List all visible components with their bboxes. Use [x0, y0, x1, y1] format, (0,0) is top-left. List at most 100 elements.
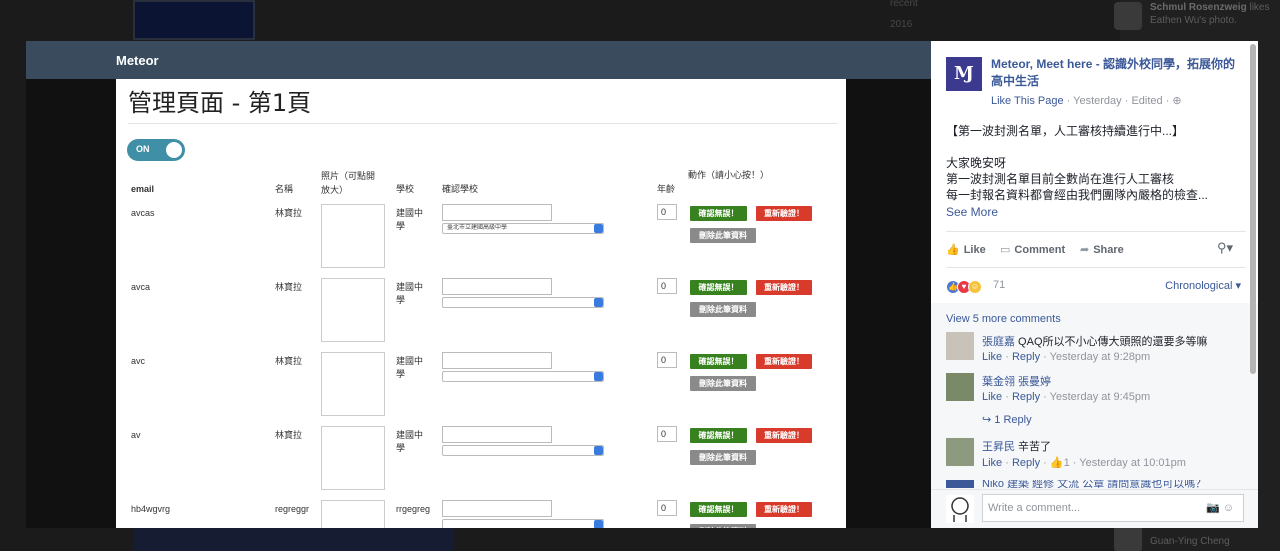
audience-chevron-icon[interactable]: ⚲▾ [1217, 240, 1233, 256]
column-header-action: 動作（請小心按！） [688, 170, 770, 180]
school-cell: 建國中學 [396, 208, 424, 231]
school-name-input[interactable] [442, 352, 552, 369]
confirm-button[interactable]: 確認無誤！ [690, 502, 747, 517]
school-name-input[interactable] [442, 278, 552, 295]
school-cell: rrgegreg [396, 504, 431, 514]
name-cell: 林寶拉 [275, 430, 303, 440]
chevron-down-icon [594, 224, 603, 233]
comment-button[interactable]: ▭ Comment [1000, 243, 1065, 256]
comment-text: 王昇民 辛苦了 [982, 441, 1052, 453]
avatar [946, 495, 974, 523]
school-cell: 建國中學 [396, 356, 424, 379]
school-name-input[interactable] [442, 426, 552, 443]
school-select[interactable] [442, 445, 604, 456]
page-title: 管理頁面 - 第1頁 [128, 89, 312, 117]
age-input[interactable]: 0 [657, 500, 677, 516]
photo-thumbnail[interactable] [321, 352, 385, 416]
app-navbar: Meteor [26, 41, 931, 79]
delete-record-button[interactable]: 刪除此筆資料 [690, 228, 756, 243]
delete-record-button[interactable]: 刪除此筆資料 [690, 450, 756, 465]
school-select[interactable] [442, 297, 604, 308]
email-cell: avcas [131, 208, 155, 218]
post-text-line: 【第一波封測名單，人工審核持續進行中...】 [946, 124, 1185, 138]
email-cell: avc [131, 356, 146, 366]
school-select[interactable] [442, 371, 604, 382]
avatar [946, 480, 974, 488]
photo-thumbnail[interactable] [321, 500, 385, 528]
reverify-button[interactable]: 重新驗證！ [756, 502, 812, 517]
name-cell: regreggr [275, 504, 310, 514]
chevron-down-icon [594, 520, 603, 528]
reverify-button[interactable]: 重新驗證！ [756, 280, 812, 295]
admin-sheet: 管理頁面 - 第1頁 ON email 名稱 照片（可點開放大） 學校 確認學校… [116, 79, 846, 528]
comment-text: 張庭嘉 QAQ所以不小心傳大頭照的還要多等嘛 [982, 336, 1208, 348]
emoji-icon[interactable]: ☺ [1223, 502, 1234, 514]
page-name-link[interactable]: Meteor, Meet here - 認識外校同學，拓展你的高中生活 [991, 56, 1246, 90]
school-select[interactable] [442, 519, 604, 528]
view-replies-link[interactable]: ↪ 1 Reply [982, 413, 1032, 426]
toggle-label: ON [136, 144, 150, 154]
background-thumbnail [133, 0, 255, 40]
delete-record-button[interactable]: 刪除此筆資料 [690, 376, 756, 391]
post-meta: Like This Page · Yesterday · Edited · ⊕ [991, 95, 1182, 107]
page-logo[interactable]: Ɱ [946, 57, 982, 91]
age-input[interactable]: 0 [657, 352, 677, 368]
avatar[interactable] [946, 438, 974, 466]
on-off-toggle[interactable]: ON [127, 139, 185, 161]
delete-record-button[interactable]: 刪除此筆資料 [690, 524, 756, 528]
delete-record-button[interactable]: 刪除此筆資料 [690, 302, 756, 317]
screenshot-photo[interactable]: Meteor 管理頁面 - 第1頁 ON email 名稱 照片（可點開放大） … [26, 41, 931, 528]
chevron-down-icon [594, 372, 603, 381]
column-header-email: email [131, 184, 155, 194]
reverify-button[interactable]: 重新驗證！ [756, 428, 812, 443]
toggle-knob [166, 142, 182, 158]
share-button[interactable]: ➦ Share [1080, 243, 1124, 256]
share-icon: ➦ [1080, 244, 1090, 256]
confirm-button[interactable]: 確認無誤！ [690, 206, 747, 221]
photo-thumbnail[interactable] [321, 204, 385, 268]
comment-text: 葉金翎 張曼婷 [982, 376, 1052, 388]
confirm-button[interactable]: 確認無誤！ [690, 354, 747, 369]
column-header-age: 年齡 [657, 184, 676, 194]
avatar[interactable] [946, 373, 974, 401]
reaction-count[interactable]: 71 [993, 279, 1005, 291]
scrollbar[interactable] [1250, 44, 1256, 374]
photo-lightbox: Meteor 管理頁面 - 第1頁 ON email 名稱 照片（可點開放大） … [26, 41, 1258, 528]
comment-input[interactable]: Write a comment... [982, 494, 1244, 522]
avatar[interactable] [946, 332, 974, 360]
confirm-button[interactable]: 確認無誤！ [690, 428, 747, 443]
photo-thumbnail[interactable] [321, 278, 385, 342]
column-header-photo: 照片（可點開放大） [321, 171, 376, 195]
view-more-comments-link[interactable]: View 5 more comments [946, 313, 1061, 325]
email-cell: avca [131, 282, 151, 292]
comment-actions: Like · Reply · Yesterday at 9:45pm [982, 391, 1151, 403]
age-input[interactable]: 0 [657, 426, 677, 442]
post-text-line: 第一波封測名單目前全數尚在進行人工審核 [946, 172, 1175, 186]
reverify-button[interactable]: 重新驗證！ [756, 354, 812, 369]
name-cell: 林寶拉 [275, 356, 303, 366]
camera-icon[interactable]: 📷 [1206, 502, 1220, 514]
thumbs-up-icon: 👍 [946, 244, 960, 256]
column-header-school: 學校 [396, 184, 415, 194]
avatar [1114, 524, 1142, 551]
comment-icon: ▭ [1000, 244, 1011, 256]
school-name-input[interactable] [442, 204, 552, 221]
user-sketch-icon [951, 497, 969, 522]
chevron-down-icon [594, 298, 603, 307]
age-input[interactable]: 0 [657, 204, 677, 220]
like-page-link[interactable]: Like This Page [991, 95, 1064, 107]
photo-thumbnail[interactable] [321, 426, 385, 490]
like-button[interactable]: 👍 Like [946, 243, 986, 256]
comment-order-dropdown[interactable]: Chronological ▾ [1165, 279, 1241, 292]
school-cell: 建國中學 [396, 430, 424, 453]
email-cell: hb4wgvrg [131, 504, 171, 514]
app-brand[interactable]: Meteor [116, 53, 159, 68]
school-select[interactable]: 臺北市立建國高級中學 [442, 223, 604, 234]
write-comment-bar: Write a comment... 📷 ☺ [931, 489, 1258, 528]
age-input[interactable]: 0 [657, 278, 677, 294]
facebook-post-panel: Ɱ Meteor, Meet here - 認識外校同學，拓展你的高中生活 Li… [931, 41, 1258, 528]
confirm-button[interactable]: 確認無誤！ [690, 280, 747, 295]
school-name-input[interactable] [442, 500, 552, 517]
reverify-button[interactable]: 重新驗證！ [756, 206, 812, 221]
see-more-link[interactable]: See More [946, 205, 998, 219]
